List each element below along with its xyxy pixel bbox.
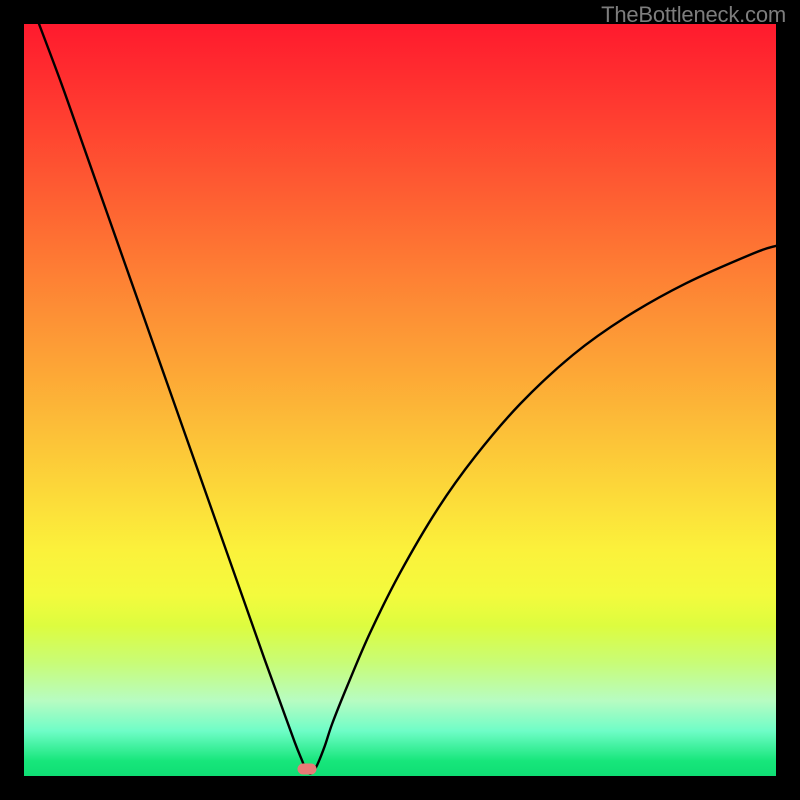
minimum-marker xyxy=(297,764,316,775)
chart-frame: TheBottleneck.com xyxy=(0,0,800,800)
plot-area xyxy=(24,24,776,776)
bottleneck-curve-path xyxy=(39,24,776,774)
curve-svg xyxy=(24,24,776,776)
